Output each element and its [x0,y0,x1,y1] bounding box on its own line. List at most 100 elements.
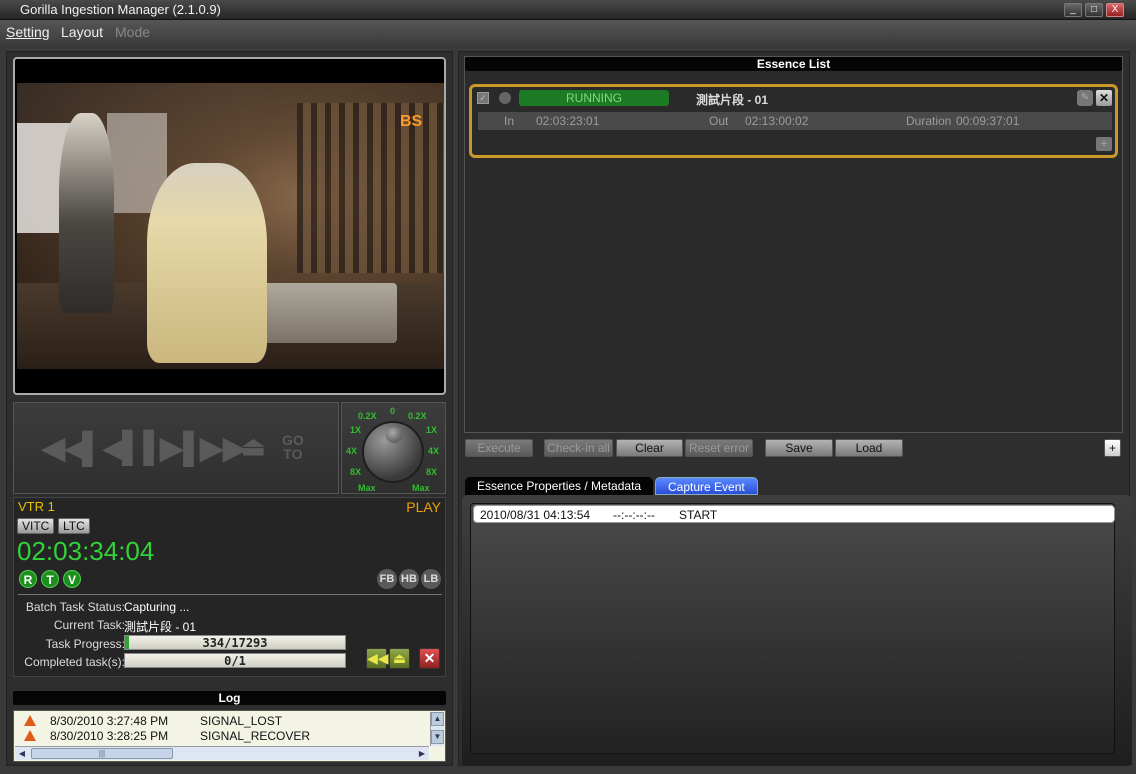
event-name: START [679,508,718,522]
log-event: SIGNAL_RECOVER [200,729,311,743]
jog-knob[interactable] [362,421,424,483]
essence-list-title: Essence List [465,57,1122,71]
jog-label: 4X [428,446,440,456]
warning-icon [24,730,36,741]
log-row: 8/30/2010 3:27:48 PM SIGNAL_LOST [14,714,428,728]
log-time: 8/30/2010 3:28:25 PM [50,729,169,743]
in-value: 02:03:23:01 [536,114,600,128]
duration-value: 00:09:37:01 [956,114,1020,128]
tabs-panel: Essence Properties / Metadata Capture Ev… [462,477,1132,765]
mode-fb[interactable]: FB [377,569,397,589]
maximize-button[interactable]: □ [1085,3,1103,17]
vtr-name: VTR 1 [18,499,55,514]
add-essence-button[interactable]: + [1104,439,1121,457]
edit-icon[interactable]: ✎ [1077,90,1093,106]
mode-lb[interactable]: LB [421,569,441,589]
essence-checkbox[interactable]: ✓ [477,92,489,104]
rewind-task-icon[interactable]: ◀◀ [366,648,389,669]
out-label: Out [709,114,729,128]
capture-event-row[interactable]: 2010/08/31 04:13:54 --:--:--:-- START [473,505,1115,523]
video-frame: BS [17,83,444,369]
in-label: In [504,114,515,128]
cancel-task-icon[interactable]: ✕ [419,648,440,669]
prev-button[interactable]: ▌◀ [82,431,126,466]
menu-layout[interactable]: Layout [61,24,103,40]
log-horizontal-scrollbar[interactable]: ◀ ||| ▶ [15,746,429,760]
scroll-right-icon[interactable]: ▶ [415,747,429,760]
scroll-thumb[interactable]: ||| [31,748,173,759]
minimize-button[interactable]: _ [1064,3,1082,17]
scroll-down-icon[interactable]: ▼ [431,730,444,744]
ltc-button[interactable]: LTC [58,518,90,534]
flag-r: R [19,570,37,588]
jog-label: 1X [426,425,438,435]
remove-essence-icon[interactable]: ✕ [1096,90,1112,106]
batch-status-value: Capturing ... [124,600,190,614]
vtr-state: PLAY [406,499,441,515]
next-button[interactable]: ▶▌ [160,431,204,466]
load-button[interactable]: Load [835,439,903,457]
batch-status-label: Batch Task Status: [25,600,125,614]
menu-mode: Mode [115,24,151,40]
save-button[interactable]: Save [765,439,833,457]
tab-capture-event[interactable]: Capture Event [655,477,758,495]
scroll-left-icon[interactable]: ◀ [15,747,29,760]
mode-hb[interactable]: HB [399,569,419,589]
jog-label: 8X [426,467,438,477]
timecode: 02:03:34:04 [17,536,155,566]
goto-button[interactable]: GO TO [282,433,304,461]
jog-label: Max [412,483,430,493]
channel-logo: BS [400,113,423,130]
clear-button[interactable]: Clear [616,439,683,457]
task-progress-label: Task Progress: [45,637,125,651]
eject-button[interactable]: ⏏ [241,431,266,462]
log-vertical-scrollbar[interactable]: ▲ ▼ [430,712,444,746]
event-timecode: --:--:--:-- [613,508,655,522]
vitc-button[interactable]: VITC [17,518,55,534]
log-time: 8/30/2010 3:27:48 PM [50,714,169,728]
jog-label: Max [358,483,376,493]
log-row: 8/30/2010 3:28:25 PM SIGNAL_RECOVER [14,729,428,743]
eject-task-icon[interactable]: ⏏ [389,648,410,669]
jog-label: 0 [390,406,396,416]
fast-forward-button[interactable]: ▶▶ [200,431,246,466]
flag-v: V [63,570,81,588]
current-task-value: 測試片段 - 01 [124,620,197,634]
log-panel: 8/30/2010 3:27:48 PM SIGNAL_LOST 8/30/20… [13,710,446,762]
duration-label: Duration [906,114,952,128]
pause-button[interactable]: ▌▌ [122,431,165,465]
task-progress-bar: 334/17293 [124,635,346,650]
scroll-up-icon[interactable]: ▲ [431,712,444,726]
close-button[interactable]: X [1106,3,1124,17]
capture-event-list: 2010/08/31 04:13:54 --:--:--:-- START [470,503,1115,754]
jog-label: 0.2X [408,411,427,421]
essence-name: 測試片段 - 01 [696,93,769,107]
tab-essence-properties[interactable]: Essence Properties / Metadata [465,477,654,495]
event-time: 2010/08/31 04:13:54 [480,508,591,522]
jog-label: 8X [350,467,362,477]
jog-label: 1X [350,425,362,435]
status-dot-icon [499,92,511,104]
menu-setting[interactable]: Setting [6,24,50,40]
execute-button[interactable]: Execute [465,439,533,457]
window-title: Gorilla Ingestion Manager (2.1.0.9) [20,2,221,17]
transport-controls: ◀◀ ▌◀ ▌▌ ▶▌ ▶▶ ⏏ GO TO [13,402,339,494]
essence-item[interactable]: ✓ RUNNING 測試片段 - 01 ✎ ✕ In 02:03:23:01 O… [469,84,1118,158]
completed-text: 0/1 [224,654,246,668]
menu-bar: Setting Layout Mode [0,20,1136,44]
reset-error-button[interactable]: Reset error [685,439,753,457]
task-progress-text: 334/17293 [202,636,268,650]
current-task-label: Current Task: [53,618,125,632]
essence-status: RUNNING [519,90,669,106]
jog-label: 0.2X [358,411,377,421]
add-segment-button[interactable]: + [1096,137,1112,151]
log-event: SIGNAL_LOST [200,714,283,728]
jog-shuttle: 0.2X 1X 4X 8X Max 0 0.2X 1X 4X 8X Max [341,402,446,494]
vtr-status-panel: VTR 1 PLAY VITC LTC 02:03:34:04 R T V FB… [13,497,446,677]
jog-label: 4X [346,446,358,456]
video-preview: BS [13,57,446,395]
completed-progress-bar: 0/1 [124,653,346,668]
warning-icon [24,715,36,726]
checkin-all-button[interactable]: Check-in all [544,439,613,457]
out-value: 02:13:00:02 [745,114,809,128]
